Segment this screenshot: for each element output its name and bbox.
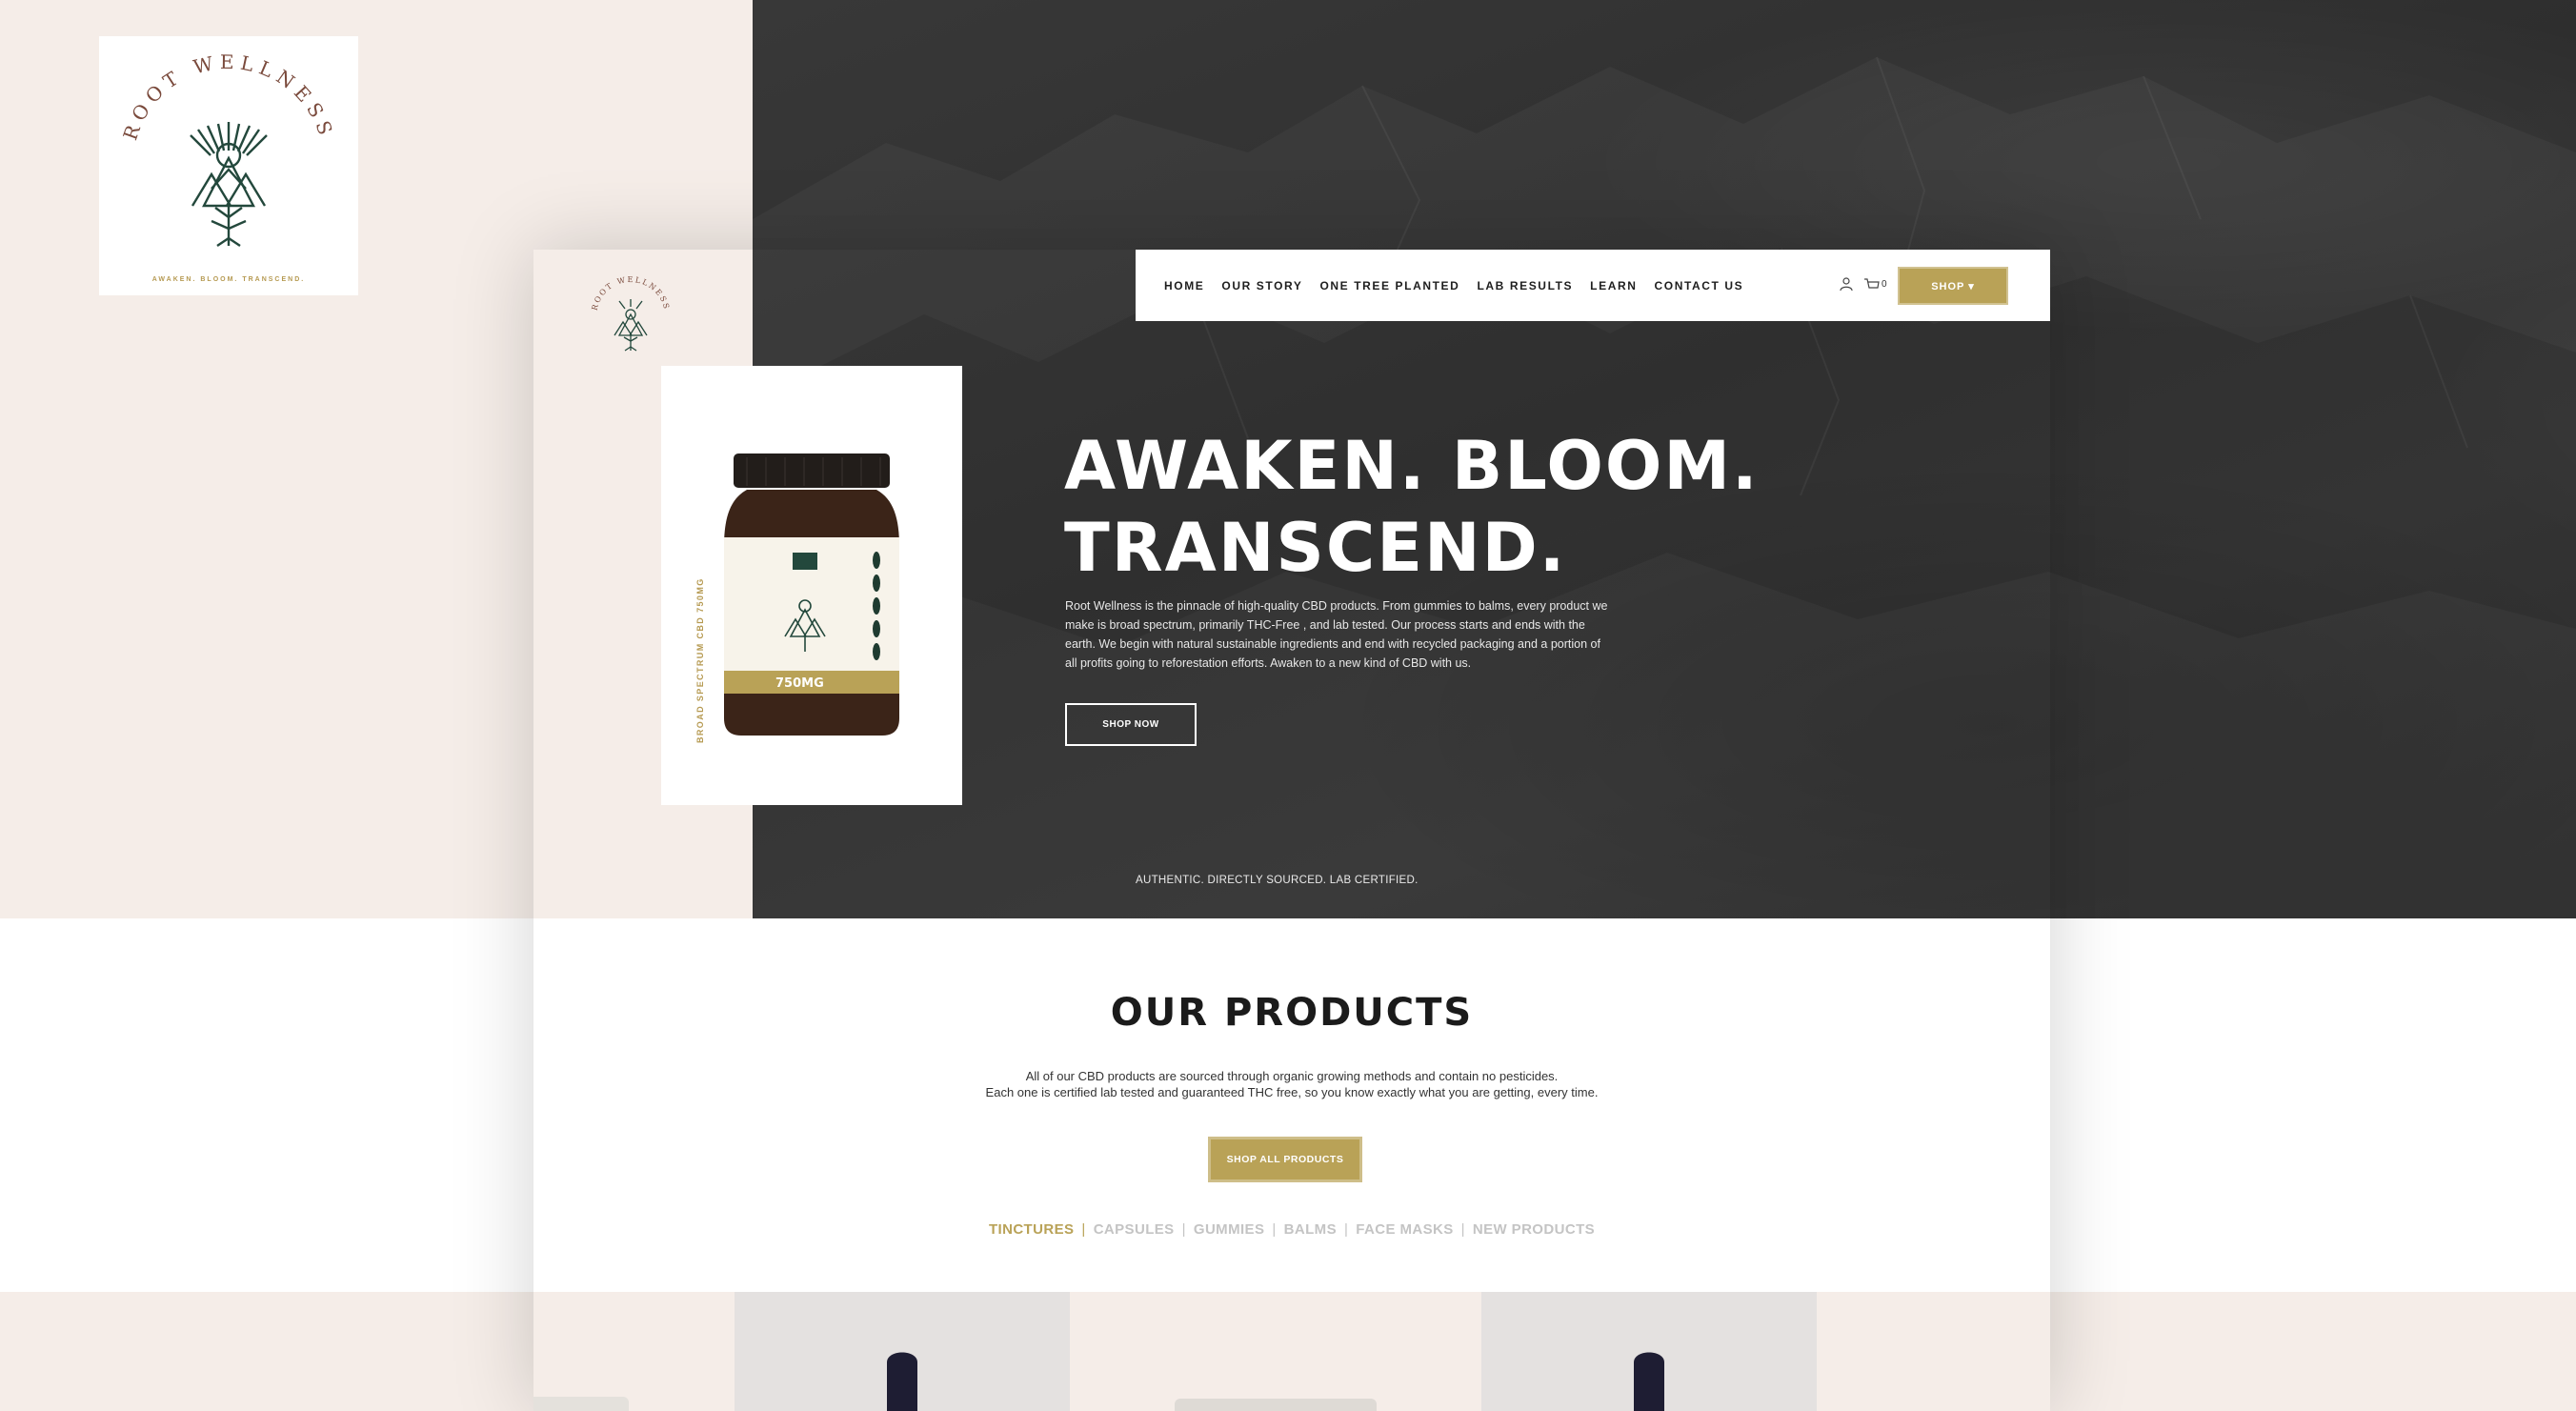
shop-now-button[interactable]: SHOP NOW: [1065, 703, 1197, 746]
category-capsules[interactable]: CAPSULES: [1094, 1221, 1175, 1238]
category-divider: |: [1343, 1221, 1349, 1238]
category-filter: TINCTURES | CAPSULES | GUMMIES | BALMS | FACE MA…: [533, 1221, 2050, 1238]
tincture-dropper-icon: [1634, 1352, 1664, 1411]
nav-contact-us[interactable]: CONTACT US: [1655, 279, 1744, 292]
shop-all-products-button[interactable]: SHOP ALL PRODUCTS: [1208, 1137, 1362, 1182]
shop-dropdown-button[interactable]: SHOP ▾: [1898, 267, 2008, 305]
products-description-line-1: All of our CBD products are sourced thro…: [1025, 1069, 1559, 1083]
category-face-masks[interactable]: FACE MASKS: [1356, 1221, 1453, 1238]
category-balms[interactable]: BALMS: [1284, 1221, 1337, 1238]
nav-lab-results[interactable]: LAB RESULTS: [1477, 279, 1573, 292]
user-icon[interactable]: [1839, 276, 1854, 292]
hero-tagline: AUTHENTIC. DIRECTLY SOURCED. LAB CERTIFI…: [1136, 875, 1419, 886]
capsule-bottle-icon: 750MG: [724, 454, 899, 736]
product-tile[interactable]: [735, 1292, 1070, 1411]
product-tile[interactable]: [1108, 1292, 1443, 1411]
featured-product-card[interactable]: 750MG: [661, 366, 962, 805]
cart-count: 0: [1882, 278, 1887, 290]
product-tile[interactable]: [1855, 1292, 2050, 1411]
product-tile[interactable]: [533, 1292, 695, 1411]
category-divider: |: [1272, 1221, 1277, 1238]
products-description-line-2: Each one is certified lab tested and gua…: [985, 1085, 1599, 1099]
product-side-label: BROAD SPECTRUM CBD 750MG: [695, 577, 705, 743]
nav-one-tree-planted[interactable]: ONE TREE PLANTED: [1319, 279, 1459, 292]
root-wellness-logo-icon: ROOT WELLNESS: [118, 50, 333, 247]
cart-button[interactable]: 0: [1863, 277, 1887, 292]
category-new-products[interactable]: NEW PRODUCTS: [1473, 1221, 1595, 1238]
hero-title-line-1: AWAKEN. BLOOM.: [1064, 427, 1760, 505]
nav-learn[interactable]: LEARN: [1590, 279, 1637, 292]
balm-jar-icon: [533, 1397, 629, 1411]
balm-jar-icon: [1175, 1399, 1377, 1411]
product-tile[interactable]: [1481, 1292, 1817, 1411]
hero-description: Root Wellness is the pinnacle of high-qu…: [1065, 599, 1608, 670]
tincture-dropper-icon: [887, 1352, 917, 1411]
site-logo-icon[interactable]: ROOT WELLNESS: [583, 272, 678, 368]
hero-title: AWAKEN. BLOOM. TRANSCEND.: [1064, 425, 1826, 589]
hero-title-line-2: TRANSCEND.: [1064, 509, 1567, 587]
category-divider: |: [1181, 1221, 1186, 1238]
category-divider: |: [1460, 1221, 1465, 1238]
svg-text:750MG: 750MG: [775, 676, 824, 691]
category-divider: |: [1081, 1221, 1086, 1238]
logo-tagline: AWAKEN. BLOOM. TRANSCEND.: [151, 276, 306, 283]
cart-icon: [1864, 277, 1880, 289]
category-tinctures[interactable]: TINCTURES: [989, 1221, 1074, 1238]
category-gummies[interactable]: GUMMIES: [1194, 1221, 1264, 1238]
products-title: OUR PRODUCTS: [1110, 991, 1474, 1035]
main-nav: HOME OUR STORY ONE TREE PLANTED LAB RESU…: [1136, 250, 2050, 321]
brand-logo-card: ROOT WELLNESS AWAKEN. BLOOM. TRANSCEND.: [99, 36, 358, 295]
nav-home[interactable]: HOME: [1164, 279, 1204, 292]
nav-our-story[interactable]: OUR STORY: [1221, 279, 1302, 292]
